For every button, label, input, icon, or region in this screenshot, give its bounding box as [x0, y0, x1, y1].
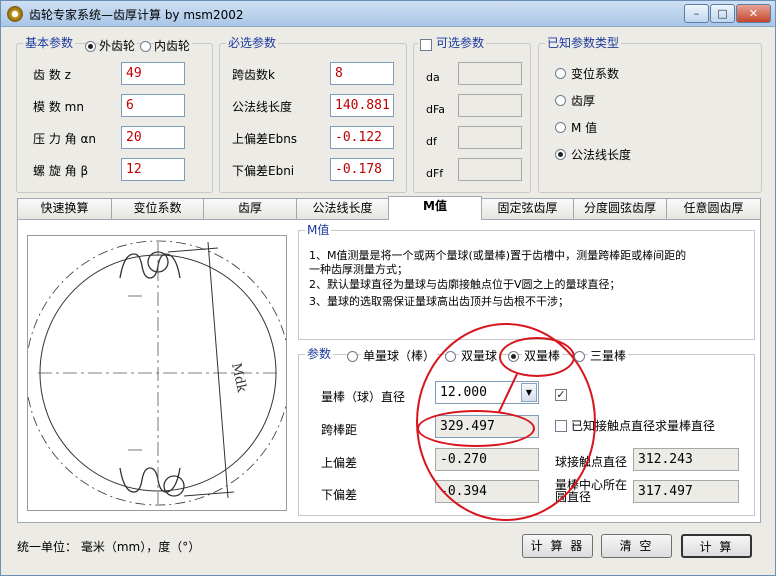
lower-deviation-input[interactable]: -0.178 — [330, 158, 394, 181]
tip-diameter-input — [458, 62, 522, 85]
module-label: 模 数 mn — [33, 100, 84, 114]
tip-form-diameter-input — [458, 94, 522, 117]
optional-params-group: 可选参数 da dFa df dFf — [413, 36, 531, 193]
info-line-4: 3、量球的选取需保证量球高出齿顶并与齿根不干涉； — [309, 295, 569, 308]
known-modification-label[interactable]: 变位系数 — [571, 67, 619, 81]
tab-tooth-thickness[interactable]: 齿厚 — [203, 198, 297, 219]
calculator-button[interactable]: 计 算 器 — [522, 534, 593, 558]
span-lower-deviation-label: 下偏差 — [321, 488, 358, 502]
helix-angle-label: 螺 旋 角 β — [33, 164, 89, 178]
triple-rod-label[interactable]: 三量棒 — [588, 349, 629, 363]
gear-icon — [7, 6, 23, 22]
span-teeth-input[interactable]: 8 — [330, 62, 394, 85]
upper-deviation-input[interactable]: -0.122 — [330, 126, 394, 149]
base-tangent-length-label: 公法线长度 — [232, 100, 293, 114]
helix-angle-input[interactable]: 12 — [121, 158, 185, 181]
teeth-count-input[interactable]: 49 — [121, 62, 185, 85]
root-diameter-input — [458, 126, 522, 149]
tab-quick-convert[interactable]: 快速换算 — [17, 198, 112, 219]
external-gear-label[interactable]: 外齿轮 — [99, 39, 138, 53]
span-upper-deviation-label: 上偏差 — [321, 456, 358, 470]
tip-form-diameter-label: dFa — [426, 103, 446, 116]
info-line-3: 2、默认量球直径为量球与齿廓接触点位于V圆之上的量球直径； — [309, 278, 621, 291]
pressure-angle-input[interactable]: 20 — [121, 126, 185, 149]
root-form-diameter-input — [458, 158, 522, 181]
required-params-group: 必选参数 跨齿数k 8 公法线长度 140.881 上偏差Ebns -0.122… — [219, 36, 407, 193]
basic-params-group: 基本参数 外齿轮 内齿轮 齿 数 z 49 模 数 mn 6 压 力 角 αn … — [16, 36, 213, 193]
double-ball-radio[interactable] — [445, 351, 456, 362]
triple-rod-radio[interactable] — [574, 351, 585, 362]
known-m-value-radio[interactable] — [555, 122, 566, 133]
internal-gear-label[interactable]: 内齿轮 — [154, 39, 193, 53]
tab-m-value[interactable]: M值 — [388, 196, 482, 220]
single-ball-label[interactable]: 单量球（棒） — [361, 349, 438, 363]
rod-center-circle-output: 317.497 — [633, 480, 739, 503]
root-diameter-label: df — [426, 135, 437, 148]
mdk-label: Mdk — [228, 362, 249, 394]
known-base-tangent-label[interactable]: 公法线长度 — [571, 148, 631, 162]
base-tangent-length-input[interactable]: 140.881 — [330, 94, 394, 117]
internal-gear-radio[interactable] — [140, 41, 151, 52]
external-gear-radio[interactable] — [85, 41, 96, 52]
m-value-params-title: 参数 — [305, 347, 334, 361]
lower-deviation-label: 下偏差Ebni — [232, 164, 295, 178]
clear-button[interactable]: 清 空 — [601, 534, 672, 558]
pressure-angle-label: 压 力 角 αn — [33, 132, 96, 146]
compute-button[interactable]: 计 算 — [681, 534, 752, 558]
main-window: 齿轮专家系统—齿厚计算 by msm2002 – □ ✕ 基本参数 外齿轮 内齿… — [0, 0, 776, 576]
required-params-title: 必选参数 — [226, 36, 279, 50]
tab-pitch-chordal[interactable]: 分度圆弦齿厚 — [573, 198, 667, 219]
known-thickness-radio[interactable] — [555, 95, 566, 106]
minimize-button[interactable]: – — [684, 4, 709, 23]
optional-params-checkbox[interactable] — [420, 39, 432, 51]
known-base-tangent-radio[interactable] — [555, 149, 566, 160]
title-bar: 齿轮专家系统—齿厚计算 by msm2002 – □ ✕ — [1, 1, 775, 27]
span-distance-label: 跨棒距 — [321, 423, 358, 437]
contact-point-diameter-output: 312.243 — [633, 448, 739, 471]
units-label: 统一单位： 毫米（mm），度（°） — [17, 540, 201, 554]
info-line-1: 1、M值测量是将一个或两个量球(或量棒)置于齿槽中，测量跨棒距或棒间距的 — [309, 249, 687, 262]
basic-params-title: 基本参数 — [23, 36, 76, 50]
root-form-diameter-label: dFf — [426, 167, 444, 180]
known-param-type-group: 已知参数类型 变位系数 齿厚 M 值 公法线长度 — [538, 36, 762, 193]
module-input[interactable]: 6 — [121, 94, 185, 117]
known-param-type-title: 已知参数类型 — [545, 36, 622, 50]
tab-chordal-thickness[interactable]: 固定弦齿厚 — [481, 198, 574, 219]
tab-base-tangent[interactable]: 公法线长度 — [296, 198, 389, 219]
gear-ball-diagram-icon: Mdk — [25, 240, 291, 506]
upper-deviation-label: 上偏差Ebns — [232, 132, 298, 146]
ball-diameter-label: 量棒（球）直径 — [321, 390, 406, 404]
m-value-info-group: M值 1、M值测量是将一个或两个量球(或量棒)置于齿槽中，测量跨棒距或棒间距的 … — [298, 223, 755, 340]
tab-any-circle[interactable]: 任意圆齿厚 — [666, 198, 761, 219]
window-title: 齿轮专家系统—齿厚计算 by msm2002 — [29, 8, 244, 22]
single-ball-radio[interactable] — [347, 351, 358, 362]
m-value-panel: Mdk M值 1、M值测量是将一个或两个量球(或量棒)置于齿槽中，测量跨棒距或棒… — [17, 219, 761, 523]
double-rod-radio[interactable] — [508, 351, 519, 362]
close-button[interactable]: ✕ — [736, 4, 771, 23]
maximize-button[interactable]: □ — [710, 4, 735, 23]
m-value-diagram: Mdk — [25, 235, 291, 511]
teeth-count-label: 齿 数 z — [33, 68, 71, 82]
annotation-connector-line — [498, 373, 518, 413]
known-modification-radio[interactable] — [555, 68, 566, 79]
known-m-value-label[interactable]: M 值 — [571, 121, 597, 135]
tip-diameter-label: da — [426, 71, 440, 84]
known-thickness-label[interactable]: 齿厚 — [571, 94, 595, 108]
span-teeth-label: 跨齿数k — [232, 68, 275, 82]
info-line-2: 一种齿厚测量方式； — [309, 263, 408, 276]
m-value-info-title: M值 — [305, 223, 332, 237]
tab-modification[interactable]: 变位系数 — [111, 198, 204, 219]
